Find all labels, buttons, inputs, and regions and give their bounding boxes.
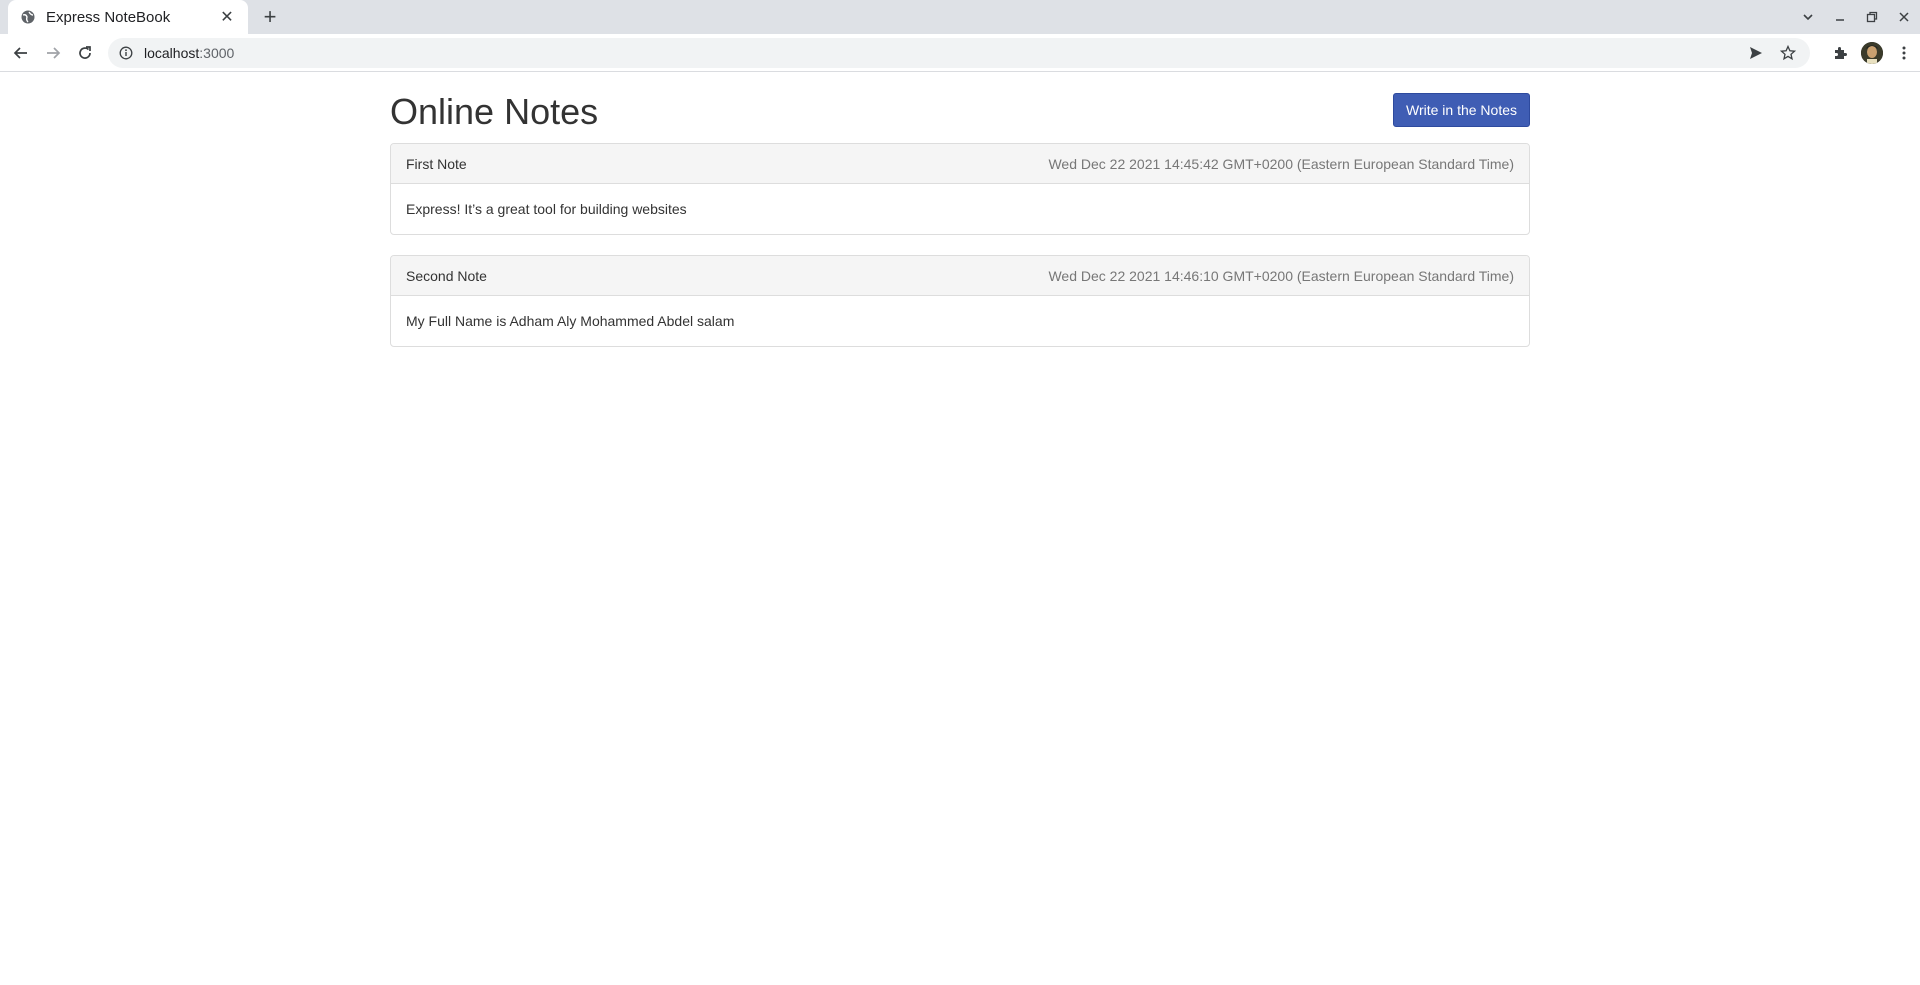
note-heading: Second Note Wed Dec 22 2021 14:46:10 GMT… <box>391 256 1529 296</box>
content-container: Online Notes Write in the Notes First No… <box>390 73 1530 367</box>
globe-icon <box>20 9 36 25</box>
forward-arrow-icon[interactable] <box>41 41 65 65</box>
note-date: Wed Dec 22 2021 14:45:42 GMT+0200 (Easte… <box>1048 155 1514 172</box>
url-port: :3000 <box>199 45 235 61</box>
minimize-icon[interactable] <box>1824 0 1856 34</box>
note-body: Express! It’s a great tool for building … <box>406 201 687 217</box>
note-body: My Full Name is Adham Aly Mohammed Abdel… <box>406 313 735 329</box>
page-content: Online Notes Write in the Notes First No… <box>0 73 1920 985</box>
tab-title: Express NoteBook <box>46 8 171 26</box>
page-title: Online Notes <box>390 91 599 132</box>
note-title: First Note <box>406 155 467 172</box>
bookmark-star-icon[interactable] <box>1776 45 1800 61</box>
restore-icon[interactable] <box>1856 0 1888 34</box>
send-icon[interactable] <box>1744 45 1768 61</box>
browser-tab[interactable]: Express NoteBook ✕ <box>8 0 248 34</box>
note-date: Wed Dec 22 2021 14:46:10 GMT+0200 (Easte… <box>1048 267 1514 284</box>
site-info-icon[interactable] <box>118 45 134 61</box>
address-bar-actions <box>1736 45 1800 61</box>
note-panel: Second Note Wed Dec 22 2021 14:46:10 GMT… <box>390 255 1530 347</box>
url-host: localhost <box>144 45 200 61</box>
tab-search-icon[interactable] <box>1792 0 1824 34</box>
toolbar-actions <box>1824 38 1920 68</box>
note-panel: First Note Wed Dec 22 2021 14:45:42 GMT+… <box>390 143 1530 235</box>
reload-icon[interactable] <box>73 41 97 65</box>
back-arrow-icon[interactable] <box>9 41 33 65</box>
address-bar[interactable]: localhost:3000 <box>108 38 1810 68</box>
profile-avatar[interactable] <box>1856 38 1888 68</box>
avatar <box>1861 42 1883 64</box>
note-heading: First Note Wed Dec 22 2021 14:45:42 GMT+… <box>391 144 1529 184</box>
tab-strip: Express NoteBook ✕ + <box>0 0 1920 34</box>
page-header: Online Notes Write in the Notes <box>390 73 1530 143</box>
extensions-puzzle-icon[interactable] <box>1824 38 1856 68</box>
close-window-icon[interactable] <box>1888 0 1920 34</box>
write-note-button[interactable]: Write in the Notes <box>1392 93 1530 127</box>
browser-toolbar: localhost:3000 <box>0 34 1920 72</box>
window-controls <box>1792 0 1920 34</box>
note-title: Second Note <box>406 267 487 284</box>
new-tab-button[interactable]: + <box>258 4 282 29</box>
menu-kebab-icon[interactable] <box>1888 38 1920 68</box>
close-tab-icon[interactable]: ✕ <box>218 8 236 26</box>
url-text[interactable]: localhost:3000 <box>144 45 234 61</box>
